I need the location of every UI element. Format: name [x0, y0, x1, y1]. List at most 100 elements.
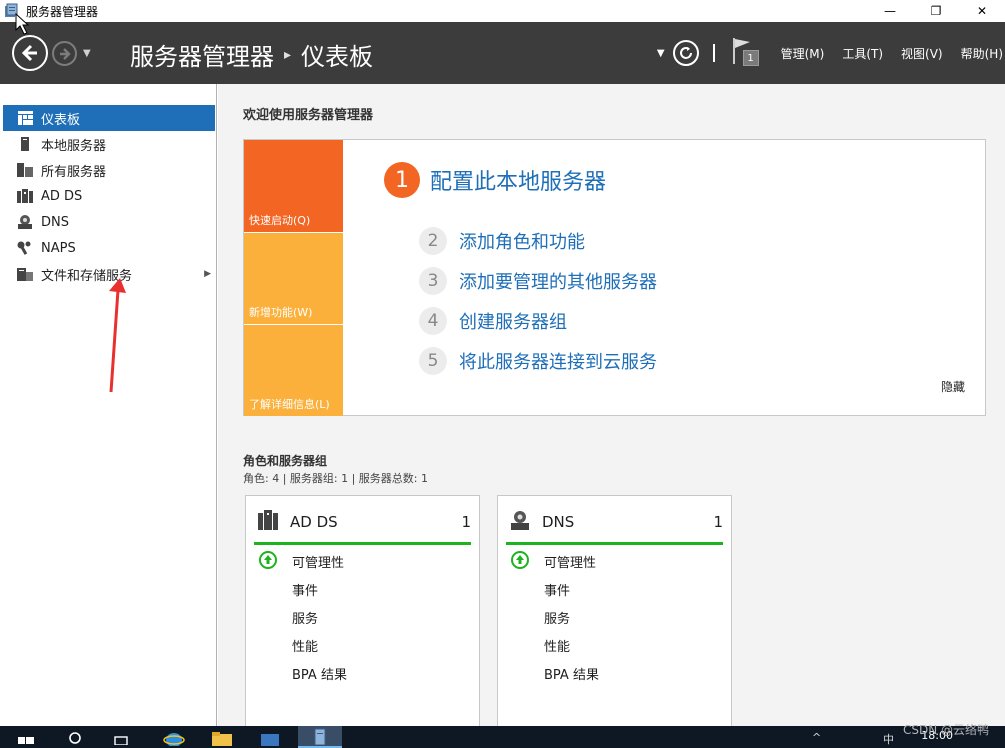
server-manager-icon: [314, 728, 326, 745]
taskbar-explorer[interactable]: [208, 726, 236, 748]
roles-summary: 角色: 4 | 服务器组: 1 | 服务器总数: 1: [243, 472, 429, 485]
search-icon: [69, 732, 81, 744]
arrow-right-icon: [59, 47, 71, 60]
terminal-icon: [261, 734, 279, 746]
tile-whats-new[interactable]: 新增功能(W): [244, 233, 343, 324]
window-titlebar: 服务器管理器 — ❐ ✕: [0, 0, 1005, 22]
status-bar: [506, 542, 723, 545]
card-row-services[interactable]: 服务: [292, 608, 318, 627]
sidebar-item-label: 文件和存储服务: [41, 268, 133, 284]
role-card-dns[interactable]: DNS 1 可管理性 事件 服务 性能 BPA 结果: [497, 495, 732, 735]
up-chevron-icon[interactable]: ^: [812, 731, 821, 744]
start-button[interactable]: [14, 726, 38, 748]
menu-manage[interactable]: 管理(M): [781, 45, 825, 62]
notifications-button[interactable]: 1: [731, 36, 761, 70]
step-create-group[interactable]: 4 创建服务器组: [419, 307, 567, 335]
breadcrumb: 服务器管理器 ▸ 仪表板: [130, 37, 373, 72]
folder-icon: [212, 732, 232, 746]
header-divider: [712, 44, 715, 62]
breadcrumb-app[interactable]: 服务器管理器: [130, 37, 274, 72]
roles-title: 角色和服务器组: [243, 454, 328, 468]
tile-learn-more[interactable]: 了解详细信息(L): [244, 325, 343, 416]
card-title[interactable]: DNS: [542, 513, 574, 531]
dashboard-main: 欢迎使用服务器管理器 快速启动(Q) 新增功能(W) 了解详细信息(L) 1 配…: [218, 84, 1005, 735]
card-row-manageability[interactable]: 可管理性: [292, 552, 344, 571]
refresh-icon: [679, 47, 692, 59]
sidebar-item-label: AD DS: [41, 188, 83, 204]
dns-icon: [510, 510, 530, 534]
step-link[interactable]: 将此服务器连接到云服务: [459, 348, 657, 374]
tile-label: 快速启动(Q): [249, 214, 311, 227]
card-row-manageability[interactable]: 可管理性: [544, 552, 596, 571]
back-button[interactable]: [12, 35, 48, 71]
task-view-icon: [114, 736, 128, 745]
sidebar-item-label: NAPS: [41, 240, 76, 256]
menu-help[interactable]: 帮助(H): [961, 45, 1003, 62]
card-row-performance[interactable]: 性能: [544, 636, 570, 655]
card-title[interactable]: AD DS: [290, 513, 338, 531]
servers-icon: [17, 162, 33, 178]
sidebar-item-local-server[interactable]: 本地服务器: [3, 131, 215, 157]
taskbar-server-manager[interactable]: [298, 726, 342, 748]
ime-indicator[interactable]: 中: [883, 731, 894, 747]
card-count: 1: [461, 513, 471, 531]
minimize-button[interactable]: —: [867, 0, 913, 22]
taskbar-powershell[interactable]: [256, 726, 284, 748]
task-view-button[interactable]: [110, 726, 134, 748]
hide-link[interactable]: 隐藏: [941, 378, 965, 395]
sidebar-item-dns[interactable]: DNS: [3, 209, 215, 235]
taskbar-ie[interactable]: [160, 726, 188, 748]
step-add-servers[interactable]: 3 添加要管理的其他服务器: [419, 267, 657, 295]
forward-button[interactable]: [52, 41, 77, 66]
taskbar: ^ 中 18:00: [0, 726, 1005, 748]
card-row-bpa[interactable]: BPA 结果: [544, 664, 599, 683]
step-link[interactable]: 添加要管理的其他服务器: [459, 268, 657, 294]
maximize-button[interactable]: ❐: [913, 0, 959, 22]
sidebar-item-label: 本地服务器: [41, 138, 107, 154]
role-card-ad-ds[interactable]: AD DS 1 可管理性 事件 服务 性能 BPA 结果: [245, 495, 480, 735]
step-number: 1: [384, 162, 420, 198]
sidebar-item-file-storage[interactable]: 文件和存储服务 ▶: [3, 261, 215, 287]
sidebar: 仪表板 本地服务器 所有服务器 AD DS DNS NAPS 文件和存储服务 ▶: [0, 84, 217, 726]
history-dropdown-icon[interactable]: ▼: [83, 48, 91, 59]
close-button[interactable]: ✕: [959, 0, 1005, 22]
tile-quick-start[interactable]: 快速启动(Q): [244, 140, 343, 232]
card-row-events[interactable]: 事件: [544, 580, 570, 599]
sidebar-item-naps[interactable]: NAPS: [3, 235, 215, 261]
step-connect-cloud[interactable]: 5 将此服务器连接到云服务: [419, 347, 657, 375]
step-add-roles[interactable]: 2 添加角色和功能: [419, 227, 585, 255]
card-row-events[interactable]: 事件: [292, 580, 318, 599]
search-button[interactable]: [64, 726, 88, 748]
naps-icon: [17, 240, 33, 256]
menu-view[interactable]: 视图(V): [901, 45, 943, 62]
breadcrumb-dropdown-icon[interactable]: ▼: [657, 48, 665, 59]
sidebar-item-ad-ds[interactable]: AD DS: [3, 183, 215, 209]
server-icon: [17, 136, 33, 152]
sidebar-item-dashboard[interactable]: 仪表板: [3, 105, 215, 131]
chevron-right-icon[interactable]: ▶: [204, 269, 211, 279]
refresh-button[interactable]: [672, 40, 699, 66]
status-bar: [254, 542, 471, 545]
breadcrumb-page: 仪表板: [301, 43, 374, 71]
step-link[interactable]: 配置此本地服务器: [430, 164, 606, 196]
step-number: 3: [419, 267, 447, 295]
status-up-icon: [511, 551, 529, 569]
app-header: ▼ 服务器管理器 ▸ 仪表板 ▼ 1 管理(M) 工具(T) 视图(V) 帮助(…: [0, 22, 1005, 84]
sidebar-item-label: 所有服务器: [41, 164, 107, 180]
card-row-bpa[interactable]: BPA 结果: [292, 664, 347, 683]
card-row-performance[interactable]: 性能: [292, 636, 318, 655]
ad-ds-icon: [17, 188, 33, 204]
menu-tools[interactable]: 工具(T): [842, 45, 883, 62]
storage-icon: [17, 266, 33, 282]
server-manager-app-icon[interactable]: [4, 3, 20, 19]
step-configure-local-server[interactable]: 1 配置此本地服务器: [384, 162, 606, 198]
dashboard-icon: [17, 110, 33, 126]
welcome-title: 欢迎使用服务器管理器: [243, 108, 374, 123]
step-link[interactable]: 创建服务器组: [459, 308, 567, 334]
card-row-services[interactable]: 服务: [544, 608, 570, 627]
welcome-panel: 快速启动(Q) 新增功能(W) 了解详细信息(L) 1 配置此本地服务器 2 添…: [243, 139, 986, 416]
sidebar-item-all-servers[interactable]: 所有服务器: [3, 157, 215, 183]
step-link[interactable]: 添加角色和功能: [459, 228, 585, 254]
windows-logo-icon: [18, 737, 34, 744]
window-title: 服务器管理器: [26, 4, 99, 19]
